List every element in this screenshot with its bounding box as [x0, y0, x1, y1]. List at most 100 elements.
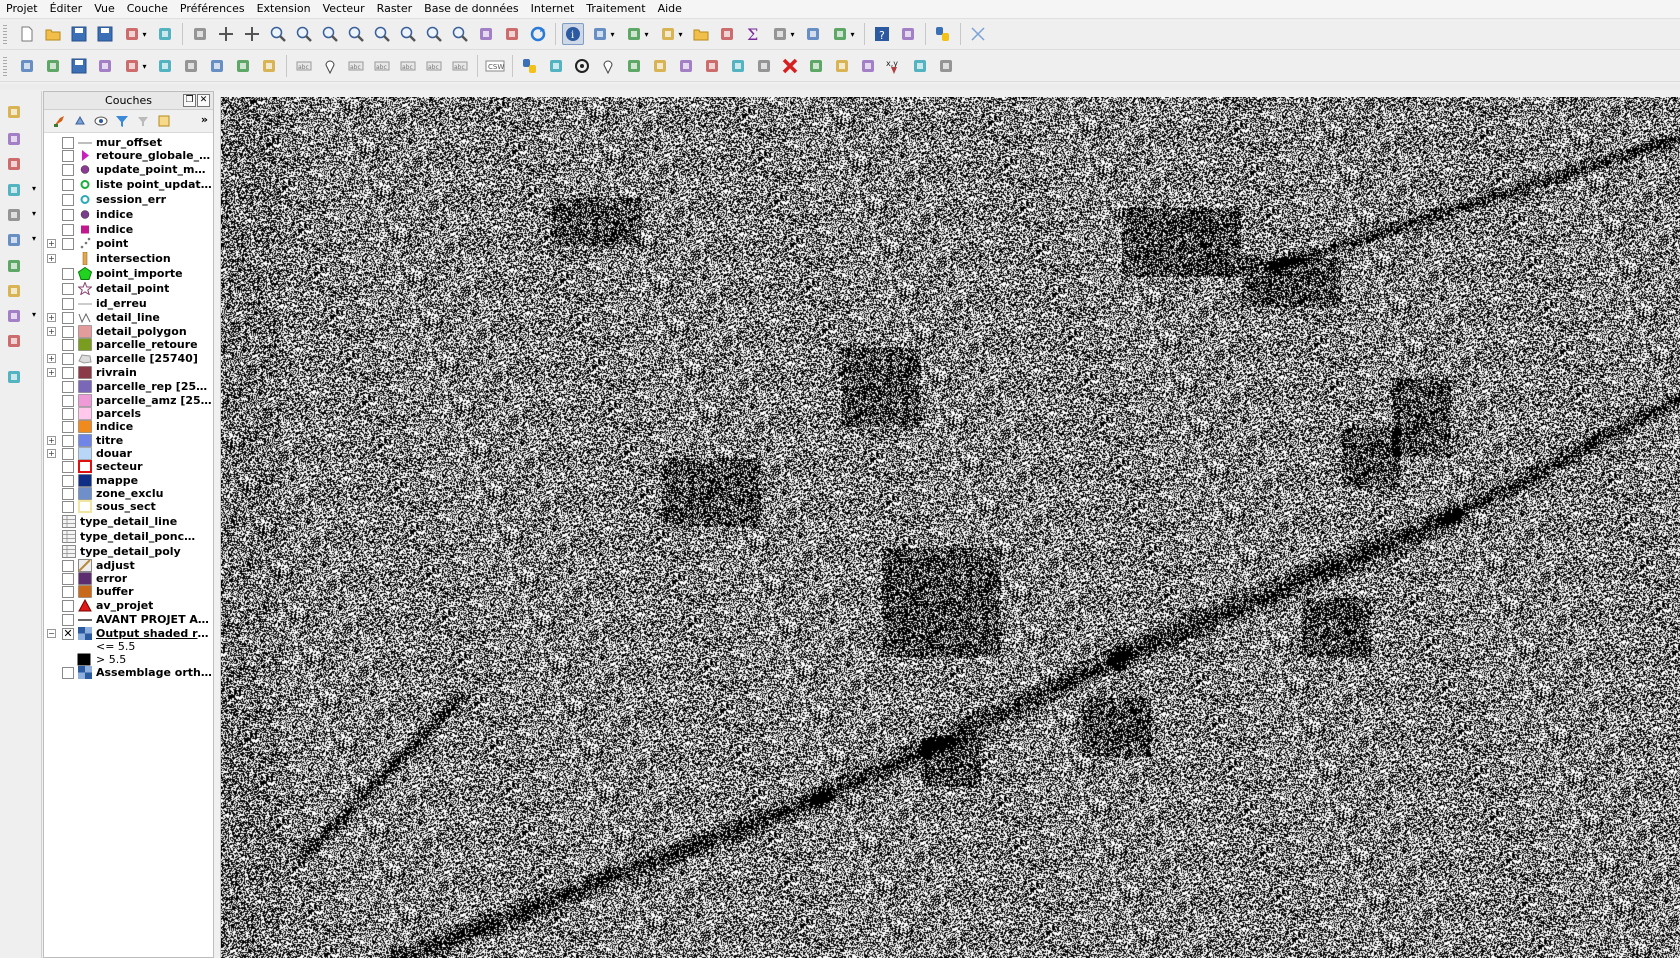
collapse-icon[interactable]: −: [47, 629, 56, 638]
layer-item[interactable]: point_importe: [44, 266, 213, 281]
save-edits-icon[interactable]: [68, 55, 90, 77]
chevron-down-icon[interactable]: ▾: [32, 234, 36, 243]
layer-item[interactable]: retoure_globale_a...: [44, 148, 213, 163]
split-icon[interactable]: [727, 55, 749, 77]
zoom-out-icon[interactable]: [293, 23, 315, 45]
save-project-icon[interactable]: [68, 23, 90, 45]
geo-tool-icon[interactable]: [545, 55, 567, 77]
layer-item[interactable]: indice: [44, 419, 213, 434]
layer-visibility-checkbox[interactable]: [62, 353, 74, 365]
delete-selected-icon[interactable]: [180, 55, 202, 77]
add-postgis-layer-icon[interactable]: [5, 179, 31, 201]
paste-features-icon[interactable]: [258, 55, 280, 77]
menu-pr-f-rences[interactable]: Préférences: [174, 0, 251, 18]
layer-visibility-checkbox[interactable]: [62, 209, 74, 221]
route-icon[interactable]: [935, 55, 957, 77]
add-wms-layer-icon[interactable]: [5, 204, 31, 226]
layer-visibility-checkbox[interactable]: [62, 600, 74, 612]
layer-item[interactable]: sous_sect: [44, 499, 213, 514]
map-tips-icon[interactable]: [802, 23, 824, 45]
filter-legend-icon[interactable]: [113, 112, 131, 130]
chevron-down-icon[interactable]: ▾: [32, 310, 36, 319]
person-a-icon[interactable]: [831, 55, 853, 77]
field-calculator-icon[interactable]: [716, 23, 738, 45]
layer-item[interactable]: type_detail_line: [44, 514, 213, 529]
node-tool-icon[interactable]: [154, 55, 176, 77]
layer-visibility-checkbox[interactable]: [62, 179, 74, 191]
menu-vecteur[interactable]: Vecteur: [317, 0, 371, 18]
layer-visibility-checkbox[interactable]: [62, 339, 74, 351]
layer-visibility-checkbox[interactable]: [62, 150, 74, 162]
map-canvas[interactable]: [220, 97, 1680, 958]
layer-item[interactable]: + intersection: [44, 251, 213, 266]
layer-visibility-checkbox[interactable]: [62, 312, 74, 324]
zoom-native-icon[interactable]: [319, 23, 341, 45]
layout-icon[interactable]: [623, 55, 645, 77]
plugin-a-icon[interactable]: [897, 23, 919, 45]
style-layer-icon[interactable]: [50, 112, 68, 130]
menu-couche[interactable]: Couche: [121, 0, 174, 18]
select-by-value-icon[interactable]: ▾: [622, 23, 652, 45]
add-spatialite-layer-icon[interactable]: [5, 153, 31, 175]
close-panel-icon[interactable]: ✕: [197, 94, 210, 107]
toggle-editing-icon[interactable]: [42, 55, 64, 77]
add-mssql-layer-icon[interactable]: [5, 305, 31, 327]
layer-visibility-checkbox[interactable]: [62, 164, 74, 176]
text-annotation-icon[interactable]: ▾: [828, 23, 858, 45]
layer-item[interactable]: + parcelle [25740]: [44, 351, 213, 366]
label-icon[interactable]: abc: [293, 55, 315, 77]
menu--diter[interactable]: Éditer: [44, 0, 89, 18]
save-as-icon[interactable]: [94, 23, 116, 45]
pin-icon[interactable]: [597, 55, 619, 77]
layer-item[interactable]: detail_point: [44, 281, 213, 296]
label-rotate-icon[interactable]: abc: [397, 55, 419, 77]
layer-item[interactable]: type_detail_poly: [44, 544, 213, 559]
expand-icon[interactable]: +: [47, 254, 56, 263]
layer-item[interactable]: + detail_line: [44, 310, 213, 325]
zoom-to-selection-icon[interactable]: [371, 23, 393, 45]
chevron-down-icon[interactable]: ▾: [32, 184, 36, 193]
expand-icon[interactable]: +: [47, 327, 56, 336]
layer-visibility-checkbox[interactable]: [62, 298, 74, 310]
layer-item[interactable]: session_err: [44, 192, 213, 207]
new-shapefile-icon[interactable]: [5, 366, 31, 388]
expand-icon[interactable]: +: [47, 313, 56, 322]
label-options-icon[interactable]: abc: [449, 55, 471, 77]
tool-c-icon[interactable]: [701, 55, 723, 77]
toolbar-grip[interactable]: [3, 25, 7, 44]
network-icon[interactable]: [805, 55, 827, 77]
menu-aide[interactable]: Aide: [652, 0, 688, 18]
layer-item[interactable]: secteur: [44, 459, 213, 474]
add-oracle-layer-icon[interactable]: [5, 280, 31, 302]
layer-item[interactable]: Assemblage ortho...: [44, 665, 213, 680]
layer-visibility-checkbox[interactable]: [62, 421, 74, 433]
layer-item[interactable]: AVANT PROJET AM...: [44, 612, 213, 627]
layer-visibility-checkbox[interactable]: [62, 586, 74, 598]
add-virtual-layer-icon[interactable]: [5, 330, 31, 352]
layer-visibility-checkbox[interactable]: [62, 461, 74, 473]
python-icon[interactable]: [519, 55, 541, 77]
open-attribute-table-icon[interactable]: [690, 23, 712, 45]
current-edits-icon[interactable]: [16, 55, 38, 77]
float-panel-icon[interactable]: ❐: [183, 94, 196, 107]
target-icon[interactable]: [571, 55, 593, 77]
add-raster-layer-icon[interactable]: [5, 128, 31, 150]
search-location-icon[interactable]: [909, 55, 931, 77]
manage-visibility-icon[interactable]: [92, 112, 110, 130]
layer-visibility-checkbox[interactable]: [62, 614, 74, 626]
layer-item[interactable]: id_erreu: [44, 296, 213, 311]
layer-item[interactable]: parcelle_retoure: [44, 337, 213, 352]
menu-raster[interactable]: Raster: [371, 0, 418, 18]
tool-a-icon[interactable]: [649, 55, 671, 77]
layer-item[interactable]: update_point_maj...: [44, 162, 213, 177]
new-project-icon[interactable]: [16, 23, 38, 45]
layer-visibility-checkbox[interactable]: [62, 667, 74, 679]
layer-item[interactable]: parcelle_rep [257...: [44, 379, 213, 394]
layer-item[interactable]: + point: [44, 236, 213, 251]
layer-item[interactable]: indice: [44, 207, 213, 222]
add-group-icon[interactable]: [71, 112, 89, 130]
csw-icon[interactable]: CSW: [484, 55, 506, 77]
layer-item[interactable]: buffer: [44, 584, 213, 599]
menu-extension[interactable]: Extension: [251, 0, 317, 18]
more-tools-icon[interactable]: »: [201, 113, 208, 126]
